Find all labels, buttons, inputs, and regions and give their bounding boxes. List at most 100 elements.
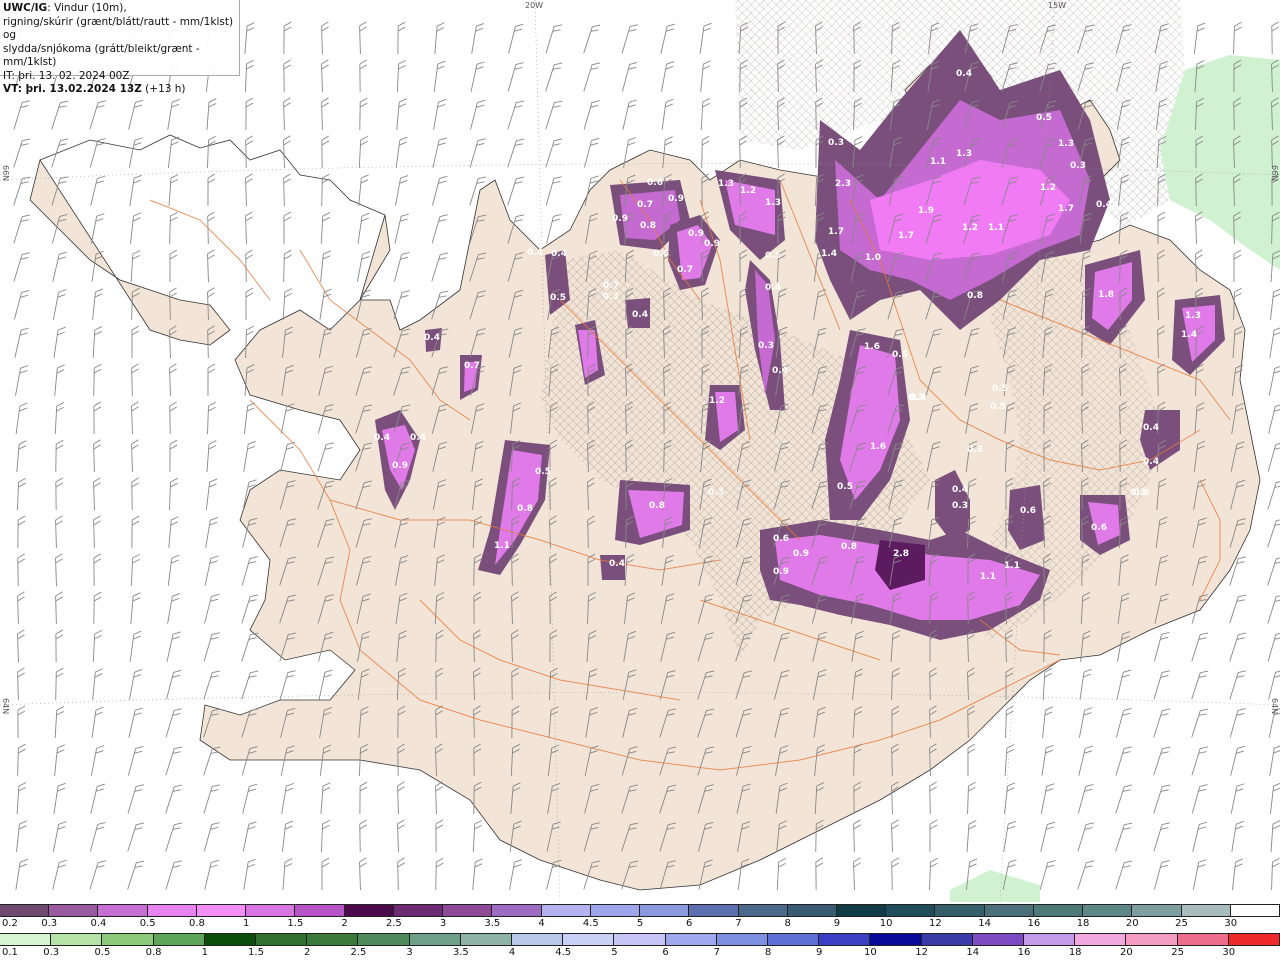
precipitation-value: 0.9	[668, 194, 684, 204]
precipitation-value: 0.3	[603, 292, 619, 302]
precipitation-value: 0.7	[677, 265, 693, 275]
legend-swatch	[492, 905, 542, 916]
precipitation-value: 0.4	[374, 433, 390, 443]
precipitation-value: 0.9	[704, 239, 720, 249]
precipitation-value: 1.6	[870, 442, 886, 452]
legend-label: 0.5	[94, 947, 111, 958]
legend-label: 7	[735, 918, 742, 929]
legend-label: 0.8	[188, 918, 205, 929]
info-title-line: UWC/IG: Vindur (10m),	[3, 2, 239, 16]
precipitation-value: 0.3	[708, 488, 724, 498]
info-box: UWC/IG: Vindur (10m), rigning/skúrir (gr…	[0, 0, 240, 95]
legend-snow-labels: 0.2 0.3 0.4 0.5 0.8 1 1.5 2 2.5 3 3.5 4 4.5 5 6 7 8 9 10 12…	[0, 918, 1280, 931]
precipitation-value: 0.3	[828, 138, 844, 148]
legend-label: 14	[978, 918, 991, 929]
legend-swatch	[344, 905, 394, 916]
precipitation-value: 0.4	[410, 433, 426, 443]
legend-label: 0.8	[145, 947, 162, 958]
legend-swatch	[1126, 934, 1178, 945]
legend-label: 12	[929, 918, 942, 929]
legend-label: 9	[833, 918, 841, 929]
legend-label: 8	[784, 918, 791, 929]
grid-label-66n-right: 66N	[1270, 165, 1279, 182]
legend-label: 10	[864, 947, 877, 958]
precipitation-value: 1.4	[1181, 330, 1197, 340]
precipitation-value: 2.3	[835, 179, 851, 189]
legend-swatch	[640, 905, 690, 916]
legend-rain-colorbar	[0, 933, 1280, 946]
info-line1: : Vindur (10m),	[47, 2, 127, 14]
info-it-line: IT: þri. 13. 02. 2024 00Z	[3, 70, 239, 84]
legend-swatch	[295, 905, 345, 916]
legend-label: 0.5	[139, 918, 156, 929]
grid-label-20w: 20W	[525, 1, 544, 10]
precipitation-value: 1.9	[918, 206, 934, 216]
legend-label: 1	[201, 947, 208, 958]
precipitation-value: 1.2	[962, 223, 978, 233]
precipitation-value: 0.9	[392, 461, 408, 471]
precipitation-value: 0.9	[793, 549, 809, 559]
legend-label: 7	[713, 947, 720, 958]
legend-label: 2	[304, 947, 311, 958]
legend-snow-colorbar	[0, 904, 1280, 917]
precipitation-value: 0.4	[527, 248, 543, 258]
precipitation-value: 0.3	[1070, 161, 1086, 171]
legend-label: 18	[1076, 918, 1090, 929]
legend-label: 3	[439, 918, 447, 929]
precipitation-value: 0.6	[653, 249, 669, 259]
precipitation-value: 0.3	[910, 393, 926, 403]
legend-swatch	[1177, 934, 1229, 945]
precipitation-value: 0.4	[551, 249, 567, 259]
legend-label: 25	[1175, 918, 1188, 929]
legend: 0.2 0.3 0.4 0.5 0.8 1 1.5 2 2.5 3 3.5 4 4.5 5 6 7 8 9 10 12…	[0, 902, 1280, 960]
legend-label: 2	[341, 918, 348, 929]
legend-label: 0.3	[41, 918, 58, 929]
legend-label: 4.5	[582, 918, 599, 929]
precipitation-value: 1.3	[956, 149, 972, 159]
legend-swatch	[1228, 934, 1280, 945]
legend-swatch	[153, 934, 205, 945]
legend-swatch	[738, 905, 788, 916]
legend-swatch	[393, 905, 444, 916]
precipitation-value: 1.3	[718, 179, 734, 189]
precipitation-value: 0.6	[1091, 523, 1107, 533]
grid-label-64n-right: 64N	[1270, 698, 1279, 715]
legend-label: 14	[966, 947, 980, 958]
precipitation-value: 0.4	[1096, 200, 1112, 210]
legend-swatch	[689, 905, 739, 916]
legend-label: 1	[242, 918, 250, 929]
legend-label: 3.5	[452, 947, 469, 958]
it-value: : þri. 13. 02. 2024 00Z	[11, 69, 130, 82]
precipitation-value: 0.5	[765, 251, 781, 261]
grid-label-66n-left: 66N	[1, 165, 10, 182]
precipitation-value: 0.3	[952, 501, 968, 511]
legend-swatch	[590, 905, 641, 916]
precipitation-value: 1.3	[1058, 139, 1074, 149]
legend-label: 6	[662, 947, 669, 958]
precipitation-value: 1.1	[980, 572, 996, 582]
precipitation-value: 0.6	[773, 534, 789, 544]
precipitation-value: 1.7	[828, 227, 844, 237]
precipitation-value: 1.4	[821, 249, 837, 259]
legend-swatch	[541, 905, 591, 916]
precipitation-value: 0.4	[765, 283, 781, 293]
legend-swatch	[0, 905, 50, 916]
legend-label: 0.2	[2, 918, 18, 929]
legend-label: 6	[686, 918, 693, 929]
legend-swatch	[870, 934, 922, 945]
precipitation-value: 1.1	[494, 541, 510, 551]
precipitation-value: 0.6	[1020, 506, 1036, 516]
precipitation-value: 0.3	[967, 445, 983, 455]
model-name: UWC/IG	[3, 2, 48, 14]
legend-swatch	[921, 934, 973, 945]
legend-label: 10	[879, 918, 893, 929]
legend-swatch	[563, 934, 615, 945]
legend-swatch	[787, 905, 837, 916]
precipitation-value: 0.5	[992, 384, 1008, 394]
legend-swatch	[1033, 905, 1084, 916]
precipitation-value: 1.3	[765, 198, 781, 208]
precipitation-value: 0.5	[892, 350, 908, 360]
precipitation-value: 0.4	[1143, 423, 1159, 433]
legend-label: 9	[816, 947, 823, 958]
vt-label: VT	[3, 83, 18, 95]
